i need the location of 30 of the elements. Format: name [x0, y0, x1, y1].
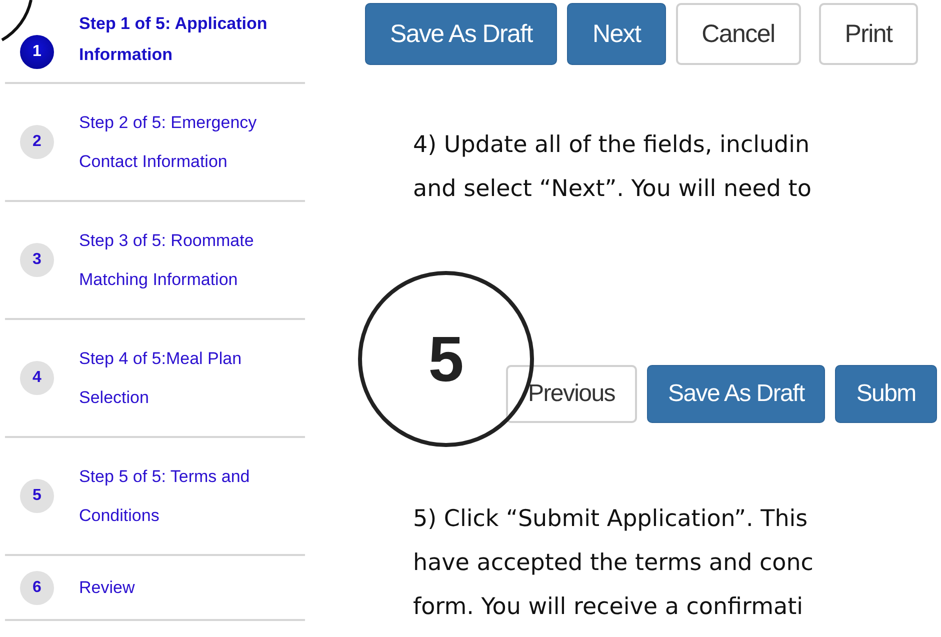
step-label: Step 2 of 5: Emergency Contact Information	[79, 112, 258, 173]
step-number-badge: 5	[20, 479, 54, 513]
step-item[interactable]: 1 Step 1 of 5: Application Information	[5, 0, 305, 84]
step-number-badge: 3	[20, 243, 54, 277]
step-label: Step 3 of 5: Roommate Matching Information	[79, 230, 255, 291]
step-label: Step 1 of 5: Application Information	[79, 13, 268, 66]
step-item[interactable]: 5 Step 5 of 5: Terms and Conditions	[5, 438, 305, 556]
action-button[interactable]: Save As Draft	[646, 365, 826, 423]
step-label: Step 4 of 5:Meal Plan Selection	[79, 348, 243, 409]
instruction-text: form. You will receive a confirmati	[413, 593, 804, 622]
step-label: Review	[79, 577, 136, 599]
instruction-text: have accepted the terms and conc	[413, 549, 814, 578]
action-button[interactable]: Print	[818, 3, 918, 65]
step-label: Step 5 of 5: Terms and Conditions	[79, 466, 251, 527]
step-number-badge: 6	[20, 570, 54, 604]
action-button[interactable]: Save As Draft	[365, 3, 558, 65]
instruction-text: and select “Next”. You will need to	[413, 175, 812, 204]
action-button[interactable]: Cancel	[676, 3, 801, 65]
step-item[interactable]: 6 Review	[5, 556, 305, 621]
step-number-badge: 2	[20, 125, 54, 159]
circle-outline	[0, 0, 34, 42]
instruction-text: 4) Update all of the fields, includin	[413, 131, 811, 160]
instruction-text: 5) Click “Submit Application”. This	[413, 505, 809, 534]
step-number-badge: 4	[20, 361, 54, 395]
step-item[interactable]: 4 Step 4 of 5:Meal Plan Selection	[5, 320, 305, 438]
action-button[interactable]: Subm	[835, 365, 937, 423]
step-item[interactable]: 2 Step 2 of 5: Emergency Contact Information	[5, 84, 305, 202]
step-item[interactable]: 3 Step 3 of 5: Roommate Matching Information	[5, 202, 305, 320]
action-button[interactable]: Next	[567, 3, 666, 65]
step-number-badge: 1	[20, 35, 54, 69]
